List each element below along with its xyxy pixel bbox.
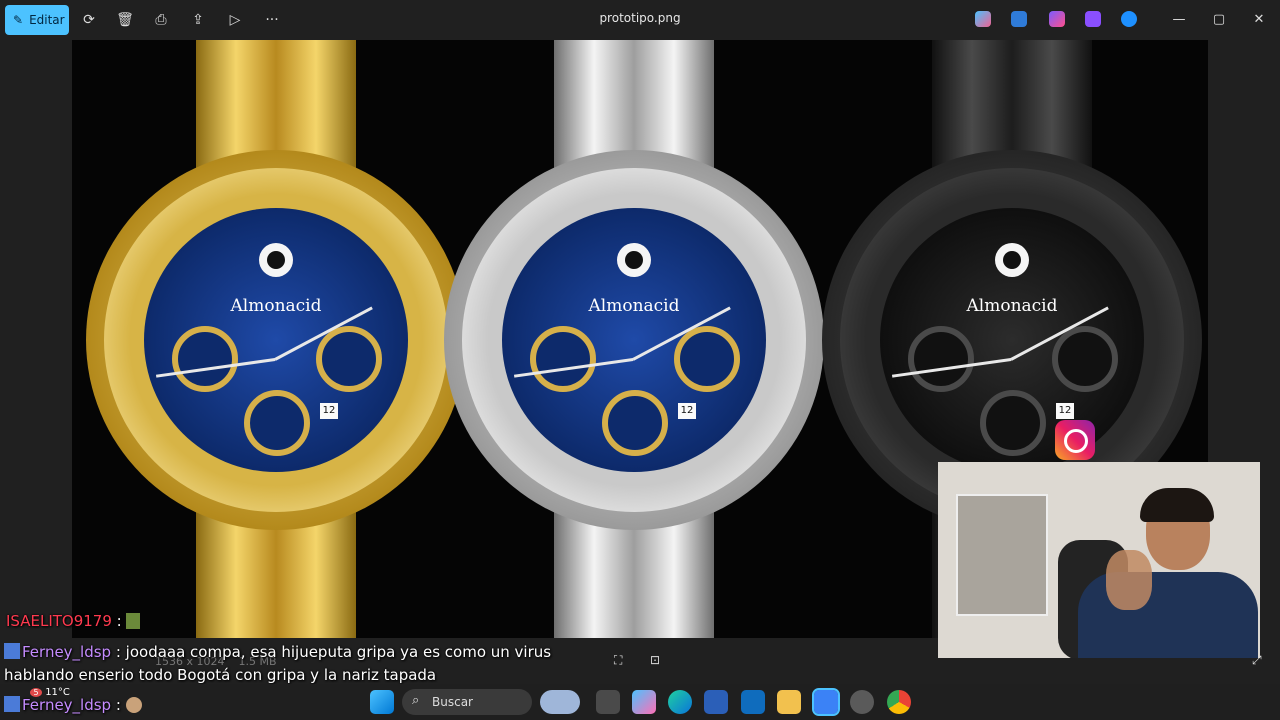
share-icon[interactable]: ⇪ [188, 10, 208, 30]
chat-text: hablando enserio todo Bogotá con gripa y… [4, 666, 437, 684]
brand-logo-icon [259, 243, 293, 277]
chat-emote-icon [125, 697, 142, 713]
watch-dial: Almonacid 12 [144, 208, 408, 472]
minimize-icon[interactable]: — [1167, 8, 1191, 32]
subdial-bottom [244, 390, 310, 456]
subdial-right [316, 326, 382, 392]
watch-brand: Almonacid [966, 296, 1058, 316]
chrome-icon[interactable] [887, 690, 911, 714]
photos-icon[interactable] [812, 688, 840, 716]
chat-badge-icon [4, 643, 20, 659]
instagram-icon [1055, 420, 1095, 460]
streamer-body [1078, 572, 1258, 658]
title-bar: ✎ Editar ⟳ 🗑 ⎙ ⇪ ▷ ··· prototipo.png — ▢… [0, 0, 1280, 40]
subdial-left [172, 326, 238, 392]
watch-dial: Almonacid 12 [880, 208, 1144, 472]
copilot-icon[interactable] [975, 11, 991, 27]
maximize-icon[interactable]: ▢ [1207, 8, 1231, 32]
taskbar-search[interactable]: ⌕ Buscar [402, 689, 532, 715]
date-window: 12 [320, 403, 338, 419]
watch-dial: Almonacid 12 [502, 208, 766, 472]
store-icon[interactable] [704, 690, 728, 714]
actual-size-icon[interactable]: ⊡ [650, 653, 668, 669]
search-icon: ⌕ [412, 693, 420, 708]
date-window: 12 [1056, 403, 1074, 419]
editor-icon[interactable] [1085, 11, 1101, 27]
webcam-overlay [938, 462, 1260, 658]
edit-icon: ✎ [13, 13, 24, 27]
designer-icon[interactable] [1011, 11, 1027, 27]
delete-icon[interactable]: 🗑 [115, 10, 135, 30]
edit-button[interactable]: ✎ Editar [5, 5, 69, 35]
settings-icon[interactable] [850, 690, 874, 714]
search-label: Buscar [432, 695, 473, 709]
chat-separator: : [111, 643, 126, 661]
chat-message-continued: hablando enserio todo Bogotá con gripa y… [4, 666, 436, 684]
edge-icon[interactable] [668, 690, 692, 714]
streamer-hair [1140, 488, 1214, 522]
subdial-left [908, 326, 974, 392]
chat-message: Ferney_ldsp : joodaaa compa, esa hijuepu… [4, 643, 551, 661]
watch-brand: Almonacid [588, 296, 680, 316]
more-icon[interactable]: ··· [262, 10, 282, 30]
edit-button-label: Editar [29, 13, 65, 27]
subdial-right [674, 326, 740, 392]
subdial-bottom [602, 390, 668, 456]
window-title: prototipo.png [599, 11, 681, 25]
gold-watch: Almonacid 12 [86, 40, 466, 638]
clipchamp-icon[interactable] [1049, 11, 1065, 27]
chat-text: joodaaa compa, esa hijueputa gripa ya es… [125, 643, 552, 661]
chat-separator: : [111, 696, 126, 714]
chat-badge-icon [4, 696, 20, 712]
taskbar: 5 11°C ⌕ Buscar [0, 684, 1280, 720]
chat-message: ISAELITO9179 : [6, 612, 141, 630]
chat-emote-icon [126, 613, 141, 629]
chat-username: ISAELITO9179 [6, 612, 112, 630]
brand-logo-icon [617, 243, 651, 277]
subdial-right [1052, 326, 1118, 392]
task-view-icon[interactable] [596, 690, 620, 714]
date-window: 12 [678, 403, 696, 419]
rotate-icon[interactable]: ⟳ [79, 10, 99, 30]
mail-icon[interactable] [741, 690, 765, 714]
chat-message: Ferney_ldsp : [4, 696, 142, 714]
streamer-hand [1106, 550, 1152, 610]
copilot-taskbar-icon[interactable] [632, 690, 656, 714]
print-icon[interactable]: ⎙ [151, 10, 171, 30]
close-icon[interactable]: ✕ [1247, 8, 1271, 32]
file-explorer-icon[interactable] [777, 690, 801, 714]
chat-username: Ferney_ldsp [22, 696, 112, 714]
start-icon[interactable] [370, 690, 394, 714]
chat-separator: : [111, 612, 127, 630]
wall-poster [956, 494, 1048, 616]
chat-username: Ferney_ldsp [22, 643, 112, 661]
onedrive-icon[interactable] [1121, 11, 1137, 27]
silver-watch: Almonacid 12 [444, 40, 824, 638]
watch-brand: Almonacid [230, 296, 322, 316]
fullscreen-icon[interactable]: ⤢ [1252, 653, 1270, 669]
brand-logo-icon [995, 243, 1029, 277]
subdial-bottom [980, 390, 1046, 456]
fit-icon[interactable]: ⛶ [614, 653, 632, 669]
search-highlight-icon[interactable] [540, 690, 580, 714]
subdial-left [530, 326, 596, 392]
slideshow-icon[interactable]: ▷ [225, 10, 245, 30]
